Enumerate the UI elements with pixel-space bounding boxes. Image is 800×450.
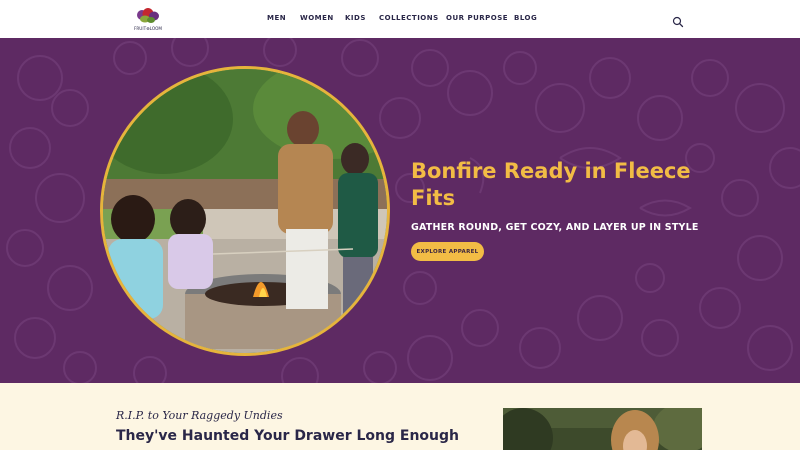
nav-blog[interactable]: BLOG <box>514 14 537 22</box>
promo-photo <box>503 408 702 450</box>
explore-apparel-button[interactable]: EXPLORE APPAREL <box>411 242 484 261</box>
site-header: FRUIT⊗LOOM MEN WOMEN KIDS COLLECTIONS OU… <box>0 0 800 38</box>
promo-section: R.I.P. to Your Raggedy Undies They've Ha… <box>0 383 800 450</box>
nav-our-purpose[interactable]: OUR PURPOSE <box>446 14 508 22</box>
hero-subtitle: GATHER ROUND, GET COZY, AND LAYER UP IN … <box>411 222 699 233</box>
nav-men[interactable]: MEN <box>267 14 286 22</box>
search-icon[interactable] <box>672 13 684 28</box>
promo-title: They've Haunted Your Drawer Long Enough <box>116 428 459 444</box>
hero-banner: Bonfire Ready in Fleece Fits GATHER ROUN… <box>0 38 800 383</box>
nav-kids[interactable]: KIDS <box>345 14 366 22</box>
svg-text:FRUIT⊗LOOM: FRUIT⊗LOOM <box>134 26 162 31</box>
nav-collections[interactable]: COLLECTIONS <box>379 14 439 22</box>
nav-women[interactable]: WOMEN <box>300 14 334 22</box>
hero-title: Bonfire Ready in Fleece Fits <box>411 159 691 210</box>
promo-eyebrow: R.I.P. to Your Raggedy Undies <box>116 409 283 422</box>
hero-photo <box>100 66 390 356</box>
